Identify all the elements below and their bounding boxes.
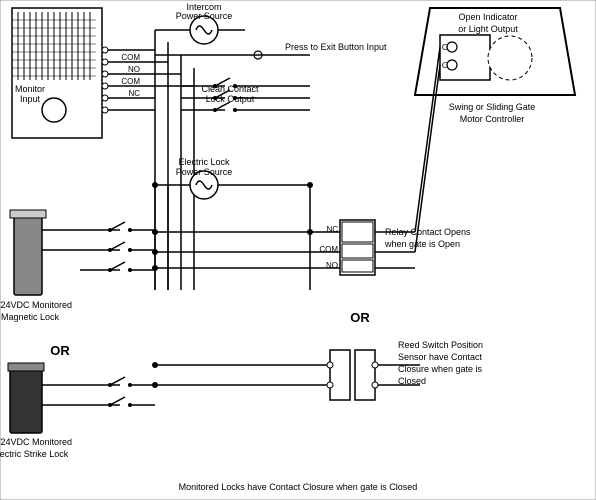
svg-text:Reed Switch Position: Reed Switch Position <box>398 340 483 350</box>
svg-text:Closed: Closed <box>398 376 426 386</box>
svg-text:O: O <box>442 61 448 70</box>
svg-text:12/24VDC Monitored: 12/24VDC Monitored <box>0 437 72 447</box>
svg-text:Open Indicator: Open Indicator <box>458 12 517 22</box>
svg-text:Relay Contact Opens: Relay Contact Opens <box>385 227 471 237</box>
svg-text:COM: COM <box>121 53 140 62</box>
svg-text:OR: OR <box>350 310 370 325</box>
svg-text:Monitor: Monitor <box>15 84 45 94</box>
svg-text:Electric Lock: Electric Lock <box>178 157 230 167</box>
svg-text:COM: COM <box>121 77 140 86</box>
svg-text:Closure when gate is: Closure when gate is <box>398 364 483 374</box>
svg-text:OR: OR <box>50 343 70 358</box>
svg-text:O: O <box>442 43 448 52</box>
svg-text:Power Source: Power Source <box>176 11 233 21</box>
svg-text:Electric Strike Lock: Electric Strike Lock <box>0 449 69 459</box>
svg-text:Magnetic Lock: Magnetic Lock <box>1 312 60 322</box>
svg-text:NC: NC <box>128 89 140 98</box>
svg-text:or Light Output: or Light Output <box>458 24 518 34</box>
svg-text:Monitored Locks have Contact C: Monitored Locks have Contact Closure whe… <box>179 482 418 492</box>
svg-text:Swing or Sliding Gate: Swing or Sliding Gate <box>449 102 536 112</box>
svg-text:Press to Exit Button Input: Press to Exit Button Input <box>285 42 387 52</box>
svg-text:12/24VDC Monitored: 12/24VDC Monitored <box>0 300 72 310</box>
svg-text:Power Source: Power Source <box>176 167 233 177</box>
svg-text:Motor Controller: Motor Controller <box>460 114 525 124</box>
wiring-diagram: Monitor Input Intercom Power Source Pres… <box>0 0 596 500</box>
svg-text:NO: NO <box>128 65 140 74</box>
svg-text:Input: Input <box>20 94 41 104</box>
svg-text:when gate is Open: when gate is Open <box>384 239 460 249</box>
svg-text:Sensor have Contact: Sensor have Contact <box>398 352 483 362</box>
